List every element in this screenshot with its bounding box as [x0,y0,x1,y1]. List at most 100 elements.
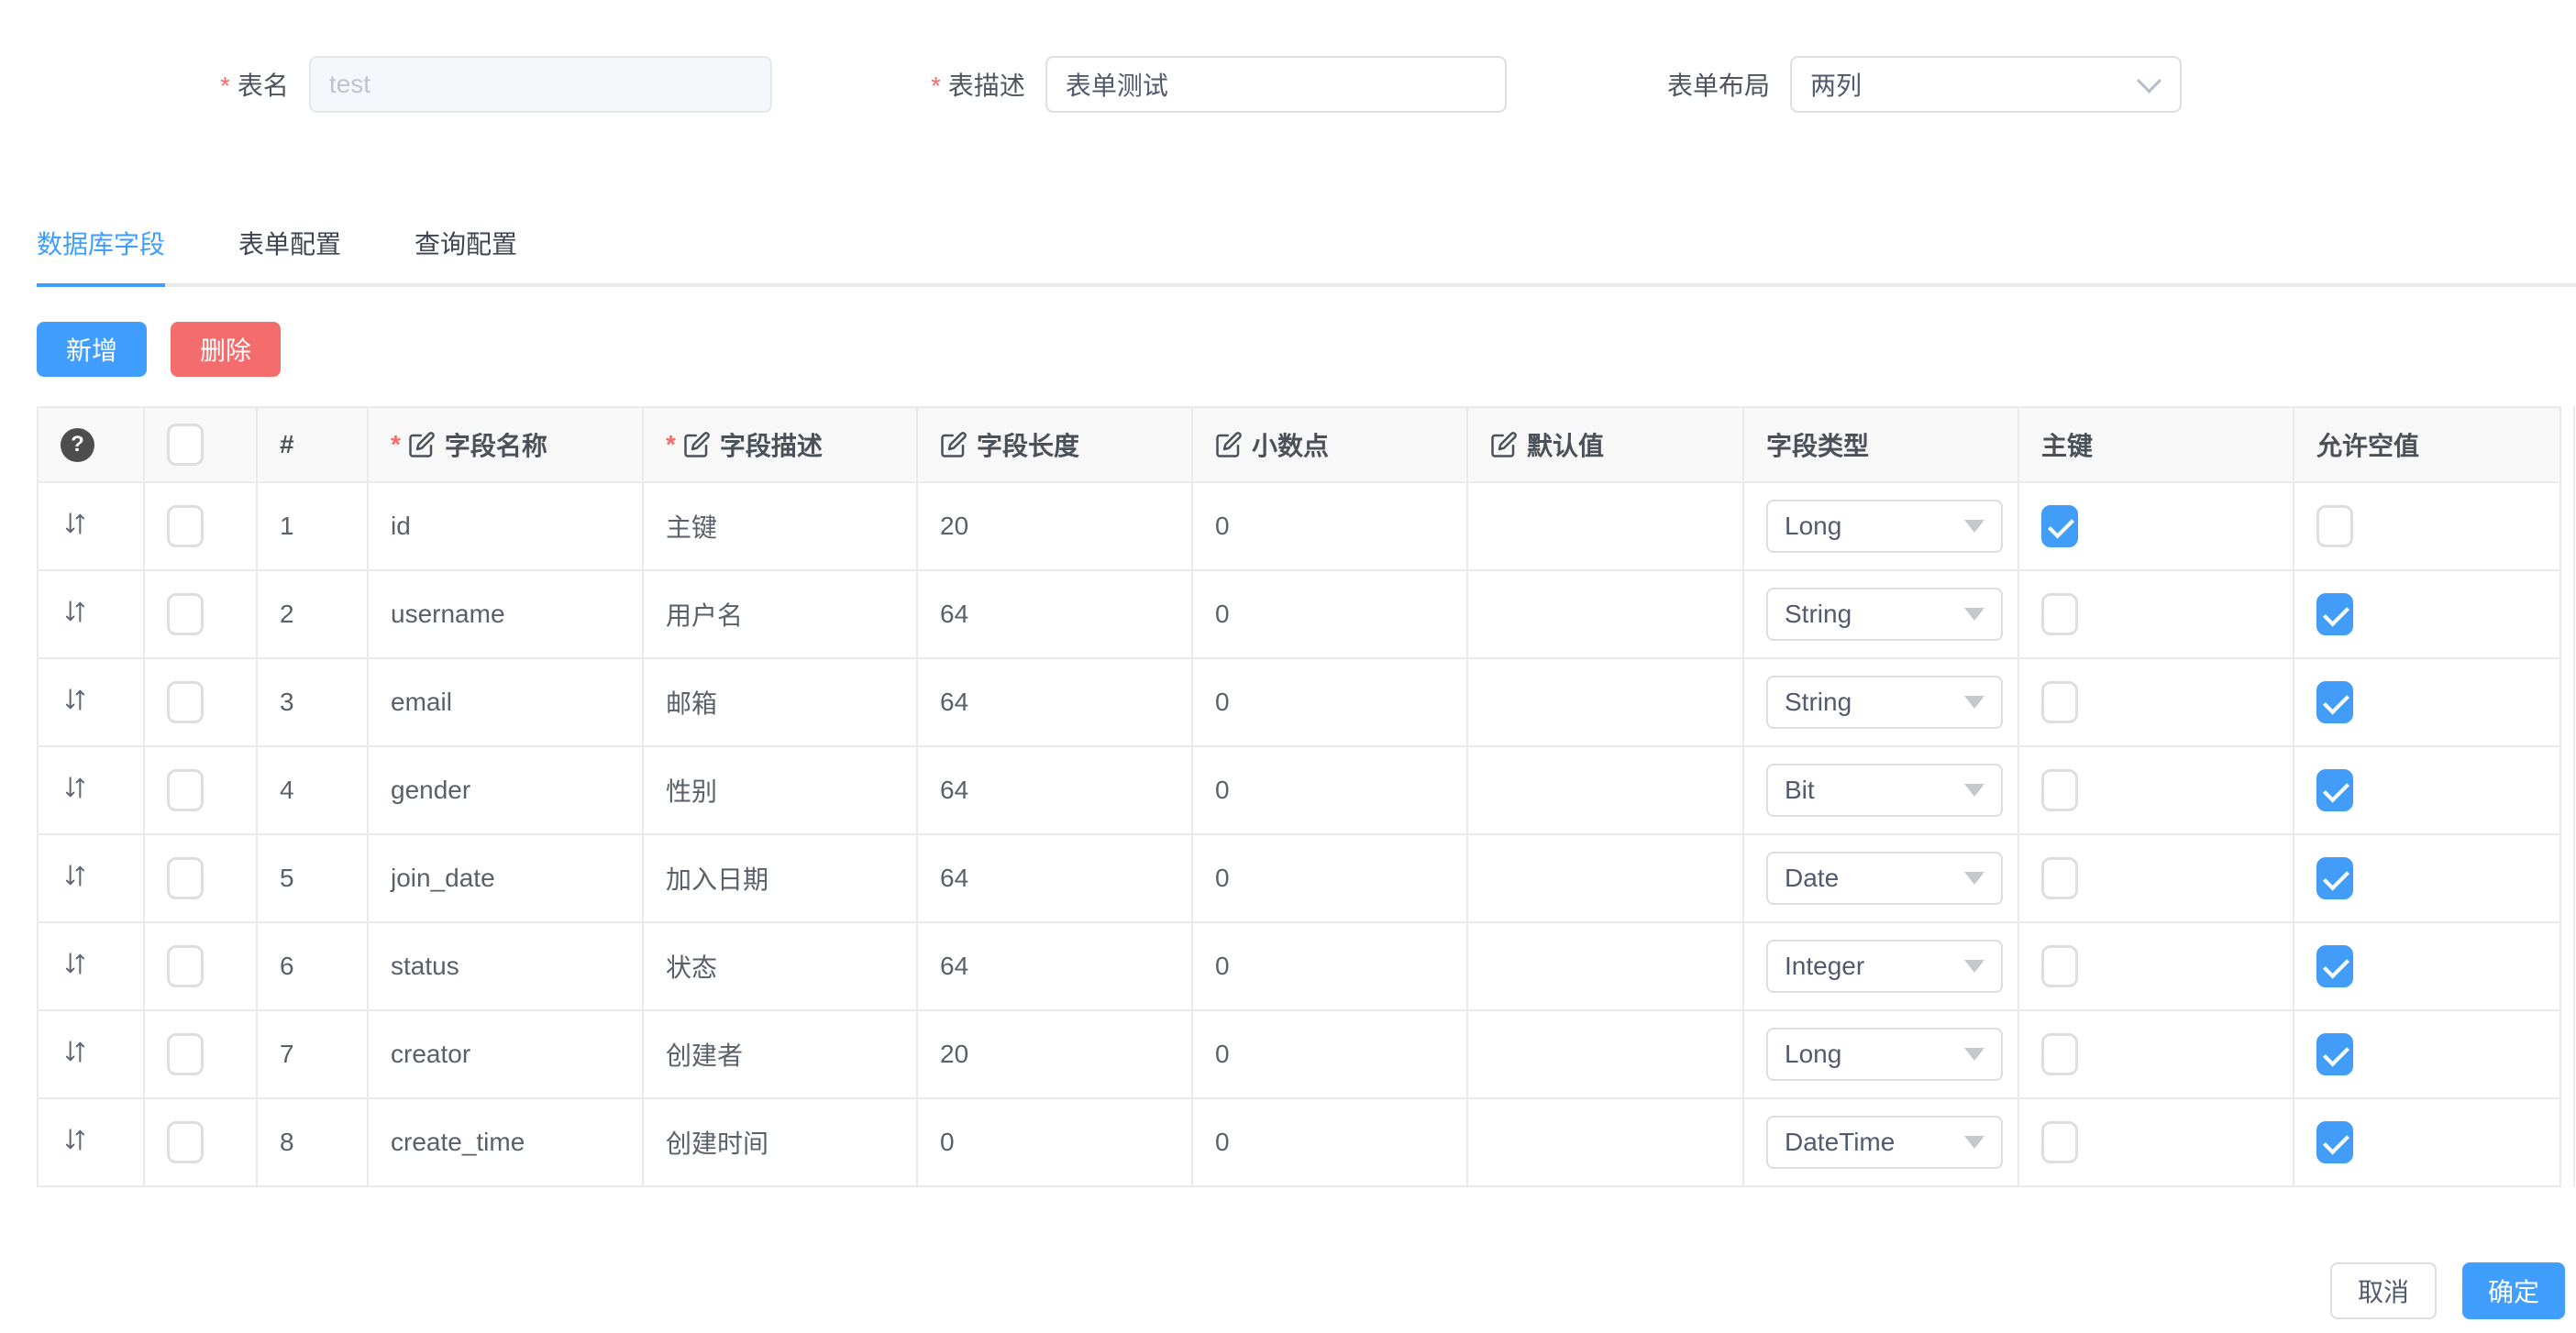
cell-field-description[interactable]: 状态 [643,922,917,1010]
drag-sort-icon[interactable] [61,773,90,802]
cell-field-length[interactable]: 64 [917,658,1192,746]
delete-button[interactable]: 删除 [171,322,281,377]
primary-key-checkbox[interactable] [2041,1033,2078,1075]
cell-field-length[interactable]: 64 [917,746,1192,834]
cell-field-name[interactable]: email [368,658,643,746]
nullable-checkbox[interactable] [2316,1033,2353,1075]
cell-field-name[interactable]: create_time [368,1098,643,1186]
cell-field-length[interactable]: 20 [917,1010,1192,1098]
cell-default-value[interactable] [1467,482,1743,570]
cell-index: 5 [257,834,368,922]
nullable-checkbox[interactable] [2316,857,2353,899]
question-circle-icon[interactable] [61,428,94,462]
table-name-input[interactable]: test [309,56,772,113]
primary-key-checkbox[interactable] [2041,857,2078,899]
drag-sort-icon[interactable] [61,949,90,978]
cell-field-description[interactable]: 用户名 [643,570,917,658]
cell-default-value[interactable] [1467,834,1743,922]
form-item-table-description: 表描述 表单测试 [931,55,1507,114]
cell-field-description[interactable]: 加入日期 [643,834,917,922]
cell-field-length[interactable]: 64 [917,922,1192,1010]
row-select-checkbox[interactable] [167,1033,204,1075]
drag-sort-icon[interactable] [61,509,90,538]
cell-default-value[interactable] [1467,746,1743,834]
cell-default-value[interactable] [1467,1098,1743,1186]
col-header-field-type: 字段类型 [1743,407,2018,482]
primary-key-checkbox[interactable] [2041,945,2078,987]
tab-query-config[interactable]: 查询配置 [415,225,517,283]
cell-field-description[interactable]: 邮箱 [643,658,917,746]
cell-field-description[interactable]: 性别 [643,746,917,834]
cell-decimal[interactable]: 0 [1192,482,1467,570]
table-description-input[interactable]: 表单测试 [1045,56,1507,113]
cell-field-name[interactable]: status [368,922,643,1010]
row-select-checkbox[interactable] [167,945,204,987]
add-button[interactable]: 新增 [37,322,147,377]
nullable-checkbox[interactable] [2316,681,2353,723]
cell-default-value[interactable] [1467,922,1743,1010]
field-type-select[interactable]: Date [1766,852,2003,905]
nullable-checkbox[interactable] [2316,593,2353,635]
cancel-button[interactable]: 取消 [2330,1262,2437,1319]
tab-form-config[interactable]: 表单配置 [238,225,341,283]
drag-sort-icon[interactable] [61,1125,90,1154]
primary-key-checkbox[interactable] [2041,505,2078,547]
cell-field-length[interactable]: 20 [917,482,1192,570]
primary-key-checkbox[interactable] [2041,1121,2078,1163]
cell-field-length[interactable]: 0 [917,1098,1192,1186]
cell-field-length[interactable]: 64 [917,834,1192,922]
field-type-select[interactable]: Long [1766,500,2003,553]
cell-decimal[interactable]: 0 [1192,1010,1467,1098]
caret-down-icon [1964,696,1985,709]
table-row: 1id主键200Long [38,482,2560,570]
tab-database-fields[interactable]: 数据库字段 [37,225,165,287]
field-type-select[interactable]: String [1766,676,2003,729]
confirm-button[interactable]: 确定 [2462,1262,2565,1319]
cell-decimal[interactable]: 0 [1192,1098,1467,1186]
cell-decimal[interactable]: 0 [1192,834,1467,922]
cell-field-name[interactable]: id [368,482,643,570]
cell-field-name[interactable]: join_date [368,834,643,922]
row-select-checkbox[interactable] [167,857,204,899]
row-select-checkbox[interactable] [167,1121,204,1163]
cell-field-length[interactable]: 64 [917,570,1192,658]
row-select-checkbox[interactable] [167,681,204,723]
edit-icon [1490,431,1518,458]
field-type-select[interactable]: DateTime [1766,1116,2003,1169]
cell-field-name[interactable]: username [368,570,643,658]
nullable-checkbox[interactable] [2316,1121,2353,1163]
cell-decimal[interactable]: 0 [1192,922,1467,1010]
primary-key-checkbox[interactable] [2041,681,2078,723]
drag-sort-icon[interactable] [61,1037,90,1066]
cell-decimal[interactable]: 0 [1192,570,1467,658]
primary-key-checkbox[interactable] [2041,593,2078,635]
nullable-checkbox[interactable] [2316,769,2353,811]
row-select-checkbox[interactable] [167,505,204,547]
table-scrollbar-gutter [2561,406,2573,1187]
nullable-checkbox[interactable] [2316,505,2353,547]
form-layout-select[interactable]: 两列 [1790,56,2182,113]
cell-decimal[interactable]: 0 [1192,746,1467,834]
cell-field-description[interactable]: 创建时间 [643,1098,917,1186]
drag-sort-icon[interactable] [61,685,90,714]
cell-default-value[interactable] [1467,1010,1743,1098]
field-type-select[interactable]: Long [1766,1028,2003,1081]
cell-default-value[interactable] [1467,658,1743,746]
cell-decimal[interactable]: 0 [1192,658,1467,746]
field-type-select[interactable]: String [1766,588,2003,641]
field-type-select[interactable]: Bit [1766,764,2003,817]
cell-default-value[interactable] [1467,570,1743,658]
primary-key-checkbox[interactable] [2041,769,2078,811]
select-all-checkbox[interactable] [167,424,204,466]
field-type-select[interactable]: Integer [1766,940,2003,993]
cell-field-name[interactable]: gender [368,746,643,834]
row-select-checkbox[interactable] [167,769,204,811]
table-row: 2username用户名640String [38,570,2560,658]
nullable-checkbox[interactable] [2316,945,2353,987]
cell-field-description[interactable]: 主键 [643,482,917,570]
row-select-checkbox[interactable] [167,593,204,635]
drag-sort-icon[interactable] [61,597,90,626]
cell-field-name[interactable]: creator [368,1010,643,1098]
cell-field-description[interactable]: 创建者 [643,1010,917,1098]
drag-sort-icon[interactable] [61,861,90,890]
